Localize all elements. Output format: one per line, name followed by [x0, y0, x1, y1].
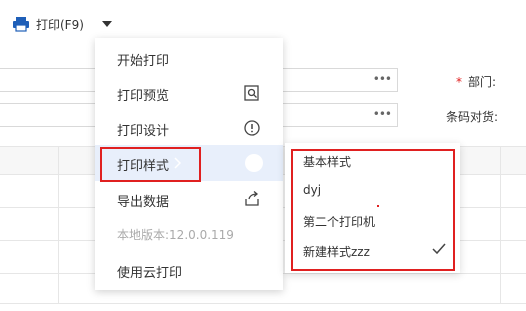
menu-item-print-preview[interactable]: 打印预览	[95, 75, 283, 111]
menu-item-print-style[interactable]: 打印样式	[95, 145, 283, 181]
more-icon[interactable]: •••	[373, 107, 392, 121]
red-dot	[377, 205, 379, 207]
print-button[interactable]: 打印(F9)	[12, 13, 84, 35]
menu-item-cloud-print[interactable]: 使用云打印	[95, 252, 283, 288]
print-label: 打印(F9)	[36, 17, 84, 32]
menu-item-export-data[interactable]: 导出数据	[95, 181, 283, 217]
menu-item-local-version: 本地版本:12.0.0.119	[117, 228, 234, 242]
required-mark: *	[456, 75, 462, 89]
barcode-label: 条码对货:	[446, 110, 499, 124]
info-circle-icon	[244, 120, 260, 136]
submenu-item-second-printer[interactable]: 第二个打印机	[285, 206, 460, 236]
share-icon	[245, 191, 259, 206]
toggle-icon	[245, 154, 263, 172]
printer-icon	[13, 17, 29, 32]
print-dropdown-caret[interactable]	[102, 21, 112, 27]
table-row	[0, 303, 526, 304]
department-label: * 部门:	[456, 75, 497, 89]
more-icon[interactable]: •••	[373, 72, 392, 86]
table-col-divider	[500, 146, 501, 304]
submenu-item-basic-style[interactable]: 基本样式	[285, 146, 460, 176]
print-menu: 开始打印 打印预览 打印设计 打印样式 导出数据 本地版本:12.0.0.119…	[95, 38, 283, 290]
submenu-item-new-style-zzz[interactable]: 新建样式zzz	[285, 236, 460, 266]
table-col-divider	[58, 146, 59, 304]
preview-icon	[244, 85, 259, 101]
print-style-submenu: 基本样式 dyj 第二个打印机 新建样式zzz	[285, 143, 460, 273]
menu-item-print-design[interactable]: 打印设计	[95, 110, 283, 146]
submenu-item-dyj[interactable]: dyj	[285, 176, 460, 206]
chevron-right-icon	[174, 157, 181, 169]
checkmark-icon	[432, 243, 446, 255]
toolbar: 打印(F9)	[0, 0, 526, 40]
menu-item-start-print[interactable]: 开始打印	[95, 40, 283, 76]
